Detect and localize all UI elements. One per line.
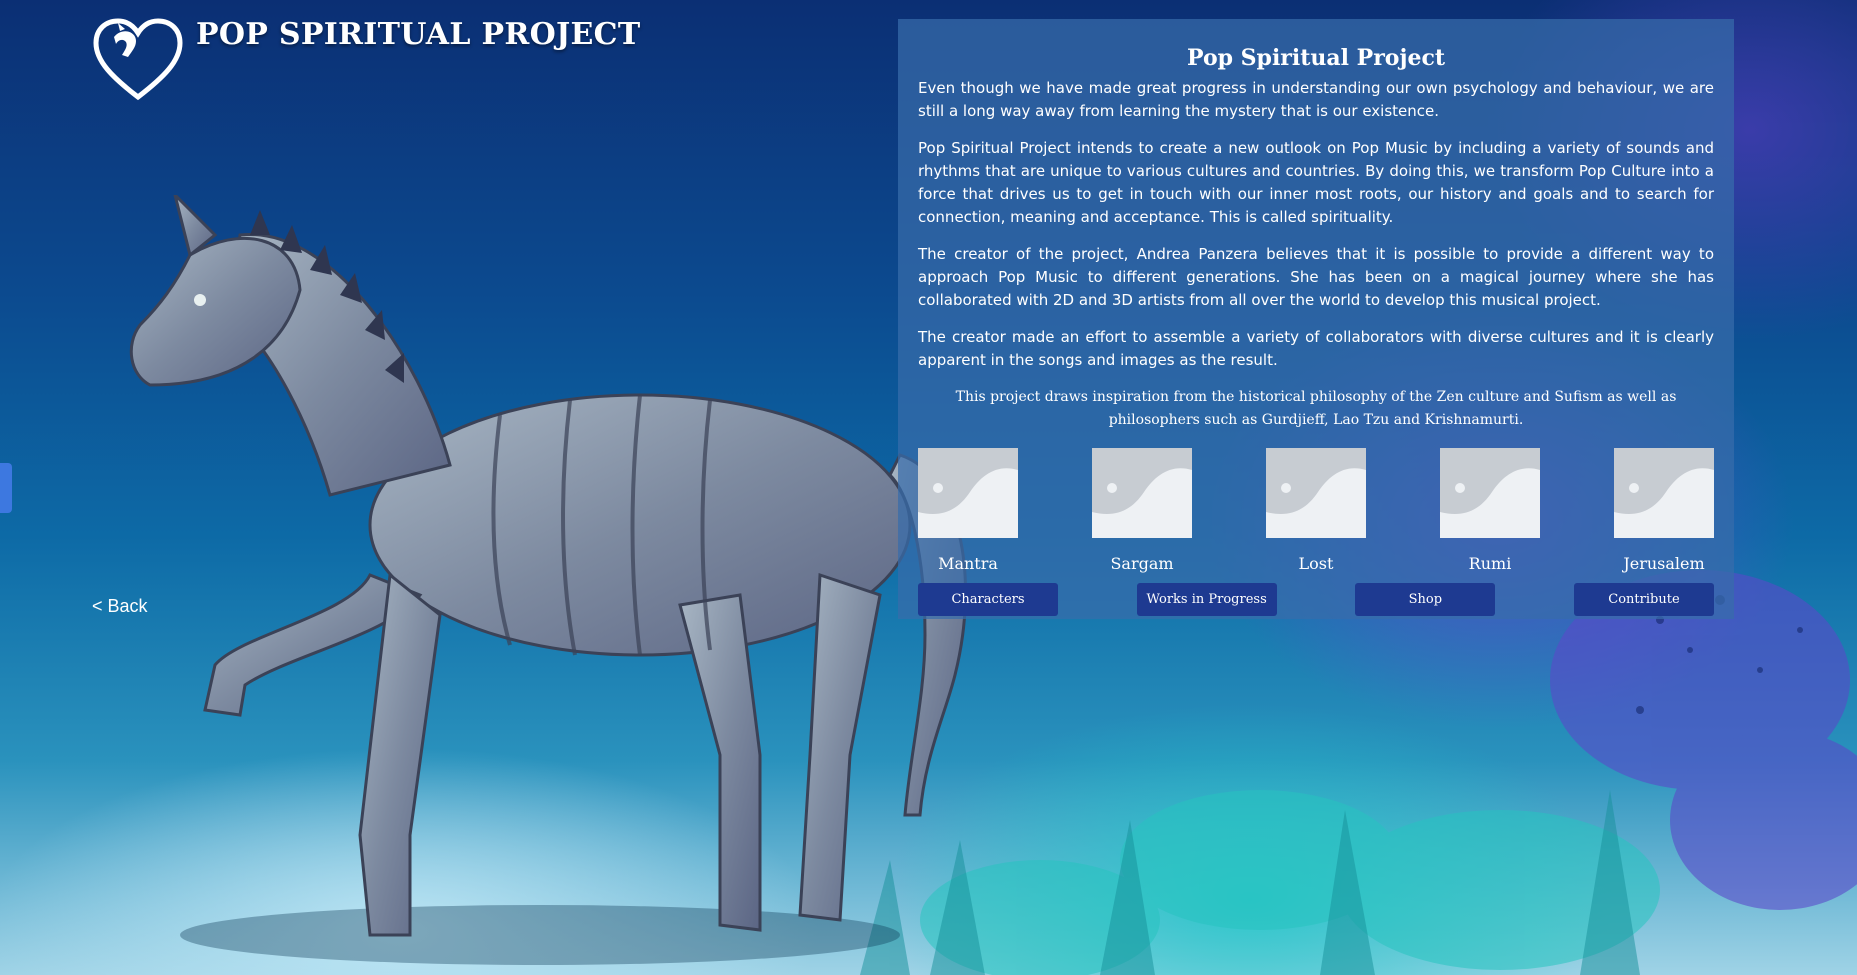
image-placeholder-icon[interactable] bbox=[1614, 448, 1714, 538]
action-buttons: Characters Works in Progress Shop Contri… bbox=[918, 583, 1714, 616]
paragraph-collaborators: The creator made an effort to assemble a… bbox=[918, 328, 1714, 369]
song-card-rumi[interactable]: Rumi bbox=[1440, 448, 1540, 573]
paragraph-creator: The creator of the project, Andrea Panze… bbox=[918, 245, 1714, 309]
heart-horse-logo-icon[interactable] bbox=[92, 17, 184, 101]
paragraph-outlook: Pop Spiritual Project intends to create … bbox=[918, 139, 1714, 226]
song-label: Rumi bbox=[1468, 554, 1512, 573]
characters-button[interactable]: Characters bbox=[918, 583, 1058, 616]
song-label: Sargam bbox=[1110, 554, 1174, 573]
site-header: POP SPIRITUAL PROJECT bbox=[92, 17, 640, 101]
song-label: Lost bbox=[1298, 554, 1334, 573]
image-placeholder-icon[interactable] bbox=[1092, 448, 1192, 538]
image-placeholder-icon[interactable] bbox=[918, 448, 1018, 538]
song-card-lost[interactable]: Lost bbox=[1266, 448, 1366, 573]
site-title: POP SPIRITUAL PROJECT bbox=[196, 17, 641, 52]
song-card-mantra[interactable]: Mantra bbox=[918, 448, 1018, 573]
song-label: Mantra bbox=[938, 554, 998, 573]
contribute-button[interactable]: Contribute bbox=[1573, 583, 1714, 616]
paragraph-intro: Even though we have made great progress … bbox=[918, 79, 1714, 120]
back-link[interactable]: < Back bbox=[92, 596, 148, 617]
inspiration-quote: This project draws inspiration from the … bbox=[955, 389, 1677, 428]
side-tab-handle[interactable] bbox=[0, 463, 12, 513]
song-card-sargam[interactable]: Sargam bbox=[1092, 448, 1192, 573]
works-in-progress-button[interactable]: Works in Progress bbox=[1136, 583, 1277, 616]
image-placeholder-icon[interactable] bbox=[1440, 448, 1540, 538]
song-label: Jerusalem bbox=[1623, 554, 1705, 573]
horse-illustration bbox=[129, 195, 968, 965]
about-panel: Pop Spiritual Project Even though we hav… bbox=[898, 19, 1734, 619]
panel-title: Pop Spiritual Project bbox=[1187, 45, 1445, 71]
shop-button[interactable]: Shop bbox=[1355, 583, 1496, 616]
image-placeholder-icon[interactable] bbox=[1266, 448, 1366, 538]
song-card-jerusalem[interactable]: Jerusalem bbox=[1614, 448, 1714, 573]
song-thumbnails: Mantra Sargam Lost Rumi Jerusalem bbox=[918, 448, 1714, 573]
